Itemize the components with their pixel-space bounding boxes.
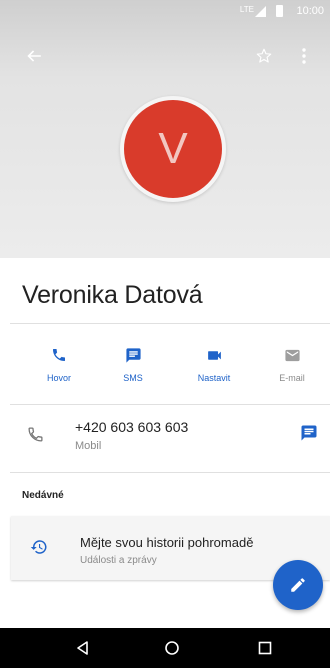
avatar-initial: V bbox=[158, 124, 188, 173]
circle-home-icon bbox=[165, 641, 179, 655]
more-options-button[interactable] bbox=[290, 42, 318, 70]
back-button[interactable] bbox=[20, 42, 48, 70]
email-action-button[interactable]: E-mail bbox=[262, 345, 322, 395]
email-action-label: E-mail bbox=[279, 373, 305, 383]
history-card-subtitle: Události a zprávy bbox=[80, 555, 157, 566]
recent-section-title: Nedávné bbox=[22, 490, 64, 501]
contact-header: LTE 10:00 V bbox=[0, 0, 330, 258]
status-bar: LTE 10:00 bbox=[0, 0, 330, 22]
phone-icon bbox=[27, 426, 44, 448]
message-icon bbox=[123, 345, 143, 365]
video-icon bbox=[204, 345, 224, 365]
square-recents-icon bbox=[258, 641, 272, 655]
signal-icon bbox=[255, 6, 266, 17]
more-vert-icon bbox=[302, 48, 306, 64]
nav-back-button[interactable] bbox=[72, 637, 94, 659]
divider bbox=[10, 472, 330, 473]
call-action-label: Hovor bbox=[46, 373, 71, 383]
network-type: LTE bbox=[239, 5, 254, 14]
edit-contact-button[interactable] bbox=[273, 560, 323, 610]
message-icon bbox=[301, 425, 317, 441]
triangle-back-icon bbox=[77, 641, 88, 655]
send-sms-button[interactable] bbox=[300, 424, 318, 447]
star-outline-icon bbox=[256, 48, 272, 63]
video-action-button[interactable]: Nastavit bbox=[184, 345, 244, 395]
nav-recents-button[interactable] bbox=[254, 637, 276, 659]
avatar: V bbox=[120, 96, 226, 202]
phone-row[interactable]: +420 603 603 603 Mobil bbox=[0, 412, 330, 466]
status-time: 10:00 bbox=[296, 5, 324, 17]
nav-home-button[interactable] bbox=[161, 637, 183, 659]
call-action-button[interactable]: Hovor bbox=[29, 345, 89, 395]
history-card-title: Mějte svou historii pohromadě bbox=[80, 535, 254, 550]
sms-action-button[interactable]: SMS bbox=[103, 345, 163, 395]
phone-icon bbox=[49, 345, 69, 365]
divider bbox=[10, 323, 330, 324]
sms-action-label: SMS bbox=[123, 373, 143, 383]
favorite-button[interactable] bbox=[250, 42, 278, 70]
edit-icon bbox=[291, 578, 305, 592]
phone-type: Mobil bbox=[75, 440, 102, 452]
navigation-bar bbox=[0, 628, 330, 668]
battery-icon bbox=[276, 5, 283, 17]
history-icon bbox=[30, 538, 48, 561]
divider bbox=[10, 404, 330, 405]
video-action-label: Nastavit bbox=[197, 373, 231, 383]
contact-name: Veronika Datová bbox=[22, 281, 203, 309]
phone-number: +420 603 603 603 bbox=[75, 419, 189, 435]
action-bar: Hovor SMS Nastavit E-mail bbox=[0, 345, 330, 395]
arrow-back-icon bbox=[27, 50, 41, 62]
email-icon bbox=[282, 345, 302, 365]
